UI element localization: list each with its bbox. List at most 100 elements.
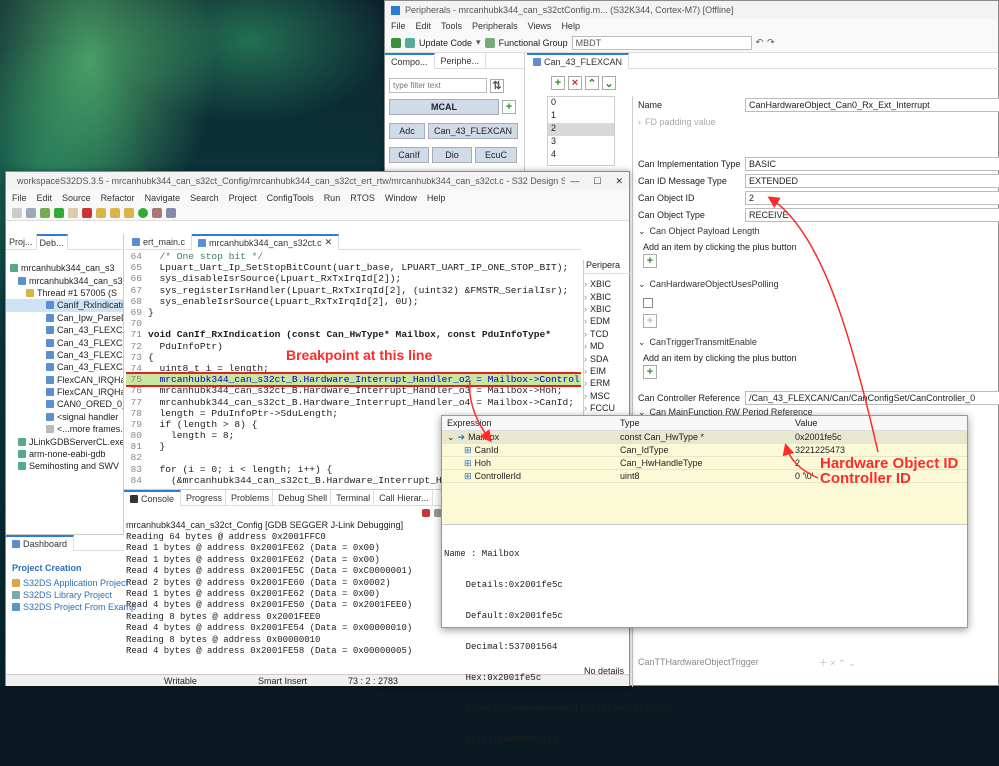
chevron-down-icon[interactable]: ⌄ xyxy=(638,337,646,348)
list-item[interactable]: 0 xyxy=(548,97,614,110)
menu-source[interactable]: Source xyxy=(62,193,91,203)
col-value[interactable]: Value xyxy=(793,418,817,428)
debug-icon[interactable] xyxy=(40,207,50,218)
tree-item[interactable]: FlexCAN_IRQHa xyxy=(6,386,123,398)
tree-item[interactable]: › XBIC xyxy=(584,290,631,302)
add-item-icon[interactable]: + xyxy=(551,76,565,90)
menu-refactor[interactable]: Refactor xyxy=(101,193,135,203)
menu-tools[interactable]: Tools xyxy=(441,21,462,31)
tree-item-selected[interactable]: CanIf_RxIndicati xyxy=(6,299,123,312)
object-type-select[interactable]: RECEIVE xyxy=(745,207,999,222)
tab-call-hierarchy[interactable]: Call Hierar... xyxy=(376,489,433,506)
col-type[interactable]: Type xyxy=(618,418,793,428)
link-lib-project[interactable]: S32DS Library Project xyxy=(23,590,112,600)
component-can-flexcan[interactable]: Can_43_FLEXCAN xyxy=(428,123,518,139)
list-item[interactable]: 1 xyxy=(548,110,614,123)
tree-item[interactable]: › FCCU xyxy=(584,402,631,414)
add-payload-icon[interactable]: + xyxy=(643,254,657,268)
ide-titlebar[interactable]: workspaceS32DS.3.5 - mrcanhubk344_can_s3… xyxy=(6,172,629,190)
link-app-project[interactable]: S32DS Application Project xyxy=(23,578,128,588)
polling-checkbox[interactable] xyxy=(643,298,653,308)
new-icon[interactable] xyxy=(12,207,22,218)
component-canif[interactable]: CanIf xyxy=(389,147,429,163)
run-icon[interactable] xyxy=(138,207,148,218)
tree-item[interactable]: › MSC xyxy=(584,390,631,402)
menu-window[interactable]: Window xyxy=(385,193,417,203)
tree-item[interactable]: › EIM xyxy=(584,365,631,377)
tree-item[interactable]: CAN0_ORED_0_ xyxy=(6,398,123,410)
list-item-selected[interactable]: 2 xyxy=(548,123,614,136)
payload-section[interactable]: Can Object Payload Length xyxy=(650,226,760,236)
close-icon[interactable]: ✕ xyxy=(615,176,623,187)
suspend-icon[interactable] xyxy=(68,207,78,218)
tree-item[interactable]: › SDA xyxy=(584,352,631,364)
tab-peripherals[interactable]: Periphe... xyxy=(435,52,487,69)
terminate-icon[interactable] xyxy=(82,207,92,218)
tree-item[interactable]: › XBIC xyxy=(584,303,631,315)
tab-problems[interactable]: Problems xyxy=(228,489,274,506)
tab-console[interactable]: Console xyxy=(124,489,182,506)
peripherals-titlebar[interactable]: Peripherals - mrcanhubk344_can_s32ctConf… xyxy=(385,1,998,19)
impl-type-select[interactable]: BASIC xyxy=(745,156,999,171)
chevron-down-icon[interactable]: ⌄ xyxy=(638,226,646,237)
chevron-down-icon[interactable]: ⌄ xyxy=(638,279,646,290)
controller-ref-select[interactable]: /Can_43_FLEXCAN/Can/CanConfigSet/CanCont… xyxy=(745,390,999,405)
resume-icon[interactable] xyxy=(54,207,64,218)
tree-item[interactable]: FlexCAN_IRQHa xyxy=(6,374,123,386)
tab-dashboard[interactable]: Dashboard xyxy=(6,534,75,551)
tree-item[interactable]: <...more frames. xyxy=(6,423,123,435)
sort-icon[interactable]: ⇅ xyxy=(490,78,504,93)
tree-item[interactable]: Thread #1 57005 (S xyxy=(6,287,123,299)
menu-help[interactable]: Help xyxy=(427,193,446,203)
step-return-icon[interactable] xyxy=(124,207,134,218)
tab-debug[interactable]: Deb... xyxy=(36,233,68,250)
mcal-header[interactable]: MCAL xyxy=(389,99,499,115)
menu-configtools[interactable]: ConfigTools xyxy=(267,193,314,203)
tab-components[interactable]: Compo... xyxy=(385,52,435,69)
list-item[interactable]: 4 xyxy=(548,149,614,162)
move-up-icon[interactable]: ⌃ xyxy=(585,76,599,90)
add-polling-icon[interactable]: + xyxy=(643,314,657,328)
tree-item[interactable]: Can_43_FLEXCAI xyxy=(6,349,123,361)
step-into-icon[interactable] xyxy=(96,207,106,218)
menu-file[interactable]: File xyxy=(391,21,406,31)
tree-item[interactable]: Can_43_FLEXCAI xyxy=(6,361,123,373)
tree-item[interactable]: mrcanhubk344_can_s3 xyxy=(6,262,123,274)
tree-item[interactable]: JLinkGDBServerCL.exe xyxy=(6,435,123,447)
close-tab-icon[interactable]: ✕ xyxy=(325,237,333,248)
search-icon[interactable] xyxy=(166,207,176,218)
details-pane[interactable]: Name : Mailbox Details:0x2001fe5c Defaul… xyxy=(442,524,967,766)
menu-rtos[interactable]: RTOS xyxy=(350,193,375,203)
terminate-icon[interactable] xyxy=(422,509,430,517)
col-expression[interactable]: Expression xyxy=(442,418,618,428)
add-trigger-icon[interactable]: + xyxy=(643,365,657,379)
chevron-down-icon[interactable]: ⌄ xyxy=(447,432,455,443)
menu-edit[interactable]: Edit xyxy=(416,21,432,31)
redo-icon[interactable]: ↷ xyxy=(767,37,775,48)
trigger-section[interactable]: CanTriggerTransmitEnable xyxy=(650,337,757,347)
minimize-icon[interactable]: — xyxy=(570,176,579,186)
object-id-field[interactable]: 2 xyxy=(745,190,999,205)
tab-progress[interactable]: Progress xyxy=(183,489,227,506)
project-creation-header[interactable]: Project Creation xyxy=(12,563,118,577)
step-over-icon[interactable] xyxy=(110,207,120,218)
chevron-right-icon[interactable]: › xyxy=(638,117,641,127)
external-tools-icon[interactable] xyxy=(152,207,162,218)
list-item[interactable]: 3 xyxy=(548,136,614,149)
link-example-project[interactable]: S32DS Project From Examp xyxy=(23,602,136,612)
tree-item[interactable]: Can_43_FLEXCAI xyxy=(6,336,123,348)
name-field[interactable]: CanHardwareObject_Can0_Rx_Ext_Interrupt xyxy=(745,97,999,112)
menu-views[interactable]: Views xyxy=(528,21,552,31)
tab-terminal[interactable]: Terminal xyxy=(333,489,375,506)
tree-item[interactable]: › ERM xyxy=(584,377,631,389)
menu-search[interactable]: Search xyxy=(190,193,219,203)
tree-item[interactable]: Can_43_FLEXCAI xyxy=(6,324,123,336)
chevron-down-icon[interactable]: ▾ xyxy=(476,37,481,48)
maximize-icon[interactable]: ☐ xyxy=(593,176,601,187)
functional-group-select[interactable]: MBDT xyxy=(571,35,752,50)
component-ecuc[interactable]: EcuC xyxy=(475,147,517,163)
tree-item[interactable]: <signal handler xyxy=(6,411,123,423)
tab-ert-main[interactable]: ert_main.c xyxy=(126,234,193,250)
component-adc[interactable]: Adc xyxy=(389,123,425,139)
add-component-icon[interactable]: + xyxy=(502,100,516,114)
